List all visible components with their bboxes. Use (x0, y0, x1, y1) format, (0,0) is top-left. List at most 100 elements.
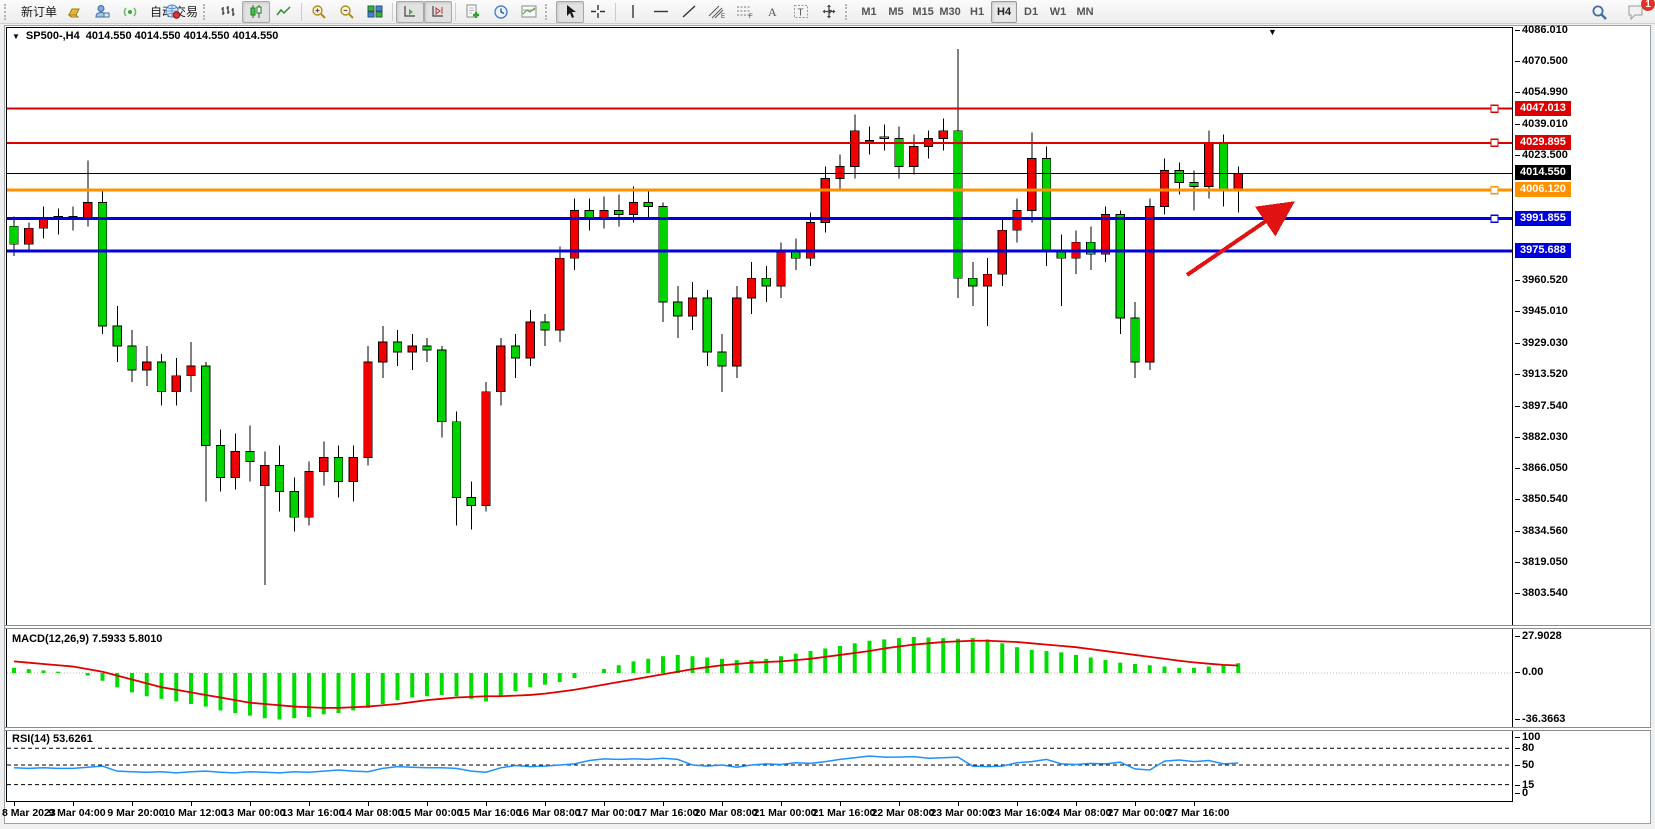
chart-shift-icon[interactable] (424, 1, 452, 23)
date-axis-tick (781, 802, 782, 806)
shapes-icon[interactable]: ▾ (815, 1, 843, 23)
candlesticks (10, 49, 1243, 585)
rsi-axis-tick: 0 (1522, 787, 1528, 799)
candlestick-icon[interactable] (242, 1, 270, 23)
crosshair-icon[interactable] (584, 1, 612, 23)
period-icon (493, 4, 509, 20)
label-icon: T (793, 4, 809, 19)
period-button[interactable]: ▾ (487, 1, 515, 23)
price-axis-tick: 4054.990 (1522, 86, 1568, 98)
gold-icon[interactable] (60, 1, 88, 23)
zoom-in-icon (311, 4, 327, 20)
date-axis-tick (191, 802, 192, 806)
price-axis-highlight: 3991.855 (1515, 211, 1571, 226)
timeframe-button-mn[interactable]: MN (1072, 1, 1098, 23)
date-axis-tick (427, 802, 428, 806)
text-icon[interactable]: A (759, 1, 787, 23)
panel-separator[interactable] (5, 625, 1651, 629)
price-axis-tick: 3803.540 (1522, 587, 1568, 599)
svg-text:T: T (798, 8, 804, 19)
timeframe-button-w1[interactable]: W1 (1045, 1, 1071, 23)
date-axis-tick (1017, 802, 1018, 806)
date-axis-tick (73, 802, 74, 806)
price-axis-tick: 3897.540 (1522, 400, 1568, 412)
zoom-in-icon[interactable] (305, 1, 333, 23)
toolbar-grip[interactable] (845, 4, 852, 20)
timeframe-button-m15[interactable]: M15 (910, 1, 936, 23)
price-axis-tick: 3929.030 (1522, 337, 1568, 349)
trendline-icon[interactable] (675, 1, 703, 23)
template-button[interactable]: ▾ (515, 1, 543, 23)
cursor-icon[interactable] (556, 1, 584, 23)
new-chart-icon (465, 4, 481, 20)
bar-chart-icon[interactable] (214, 1, 242, 23)
new-chart-button[interactable]: ▾ (459, 1, 487, 23)
timeframe-button-d1[interactable]: D1 (1018, 1, 1044, 23)
svg-text:A: A (768, 5, 777, 19)
macd-label: MACD(12,26,9) 7.5933 5.8010 (12, 633, 162, 645)
timeframe-button-m30[interactable]: M30 (937, 1, 963, 23)
template-icon (521, 4, 537, 19)
timeframe-button-m5[interactable]: M5 (883, 1, 909, 23)
trendline-icon (681, 4, 697, 19)
line-chart-icon[interactable] (270, 1, 298, 23)
notifications-button[interactable]: 1 (1621, 1, 1649, 23)
date-axis-tick (899, 802, 900, 806)
svg-text:F: F (749, 14, 753, 19)
macd-panel-canvas[interactable] (7, 630, 1512, 726)
date-axis-label: 27 Mar 16:00 (1160, 807, 1236, 819)
auto-trading-button[interactable]: 自动交易 (144, 1, 201, 23)
price-axis-tick: 3960.520 (1522, 274, 1568, 286)
timeframe-button-m1[interactable]: M1 (856, 1, 882, 23)
accounts-icon (94, 4, 110, 19)
line-chart-icon (276, 4, 292, 19)
zoom-out-icon[interactable] (333, 1, 361, 23)
price-axis-tick: 3834.560 (1522, 525, 1568, 537)
candlestick-icon (248, 4, 264, 19)
tile-windows-icon[interactable] (361, 1, 389, 23)
shapes-icon (821, 4, 837, 19)
toolbar-right-icons: 1 (1585, 1, 1649, 23)
toolbar-separator (615, 3, 616, 21)
timeframe-button-h1[interactable]: H1 (964, 1, 990, 23)
date-axis-tick (722, 802, 723, 806)
toolbar-grip[interactable] (545, 4, 552, 20)
signals-icon[interactable] (116, 1, 144, 23)
rsi-panel-canvas[interactable] (7, 731, 1512, 800)
main-chart-canvas[interactable] (7, 27, 1512, 603)
hline-icon (653, 4, 669, 19)
toolbar-grip[interactable] (4, 4, 11, 20)
price-axis-tick: 4023.500 (1522, 149, 1568, 161)
channel-icon[interactable]: E (703, 1, 731, 23)
price-axis-tick: 3913.520 (1522, 368, 1568, 380)
accounts-icon[interactable] (88, 1, 116, 23)
vline-icon[interactable] (619, 1, 647, 23)
price-axis-highlight: 3975.688 (1515, 243, 1571, 258)
toolbar-separator (392, 3, 393, 21)
svg-text:E: E (721, 14, 725, 19)
rsi-label: RSI(14) 53.6261 (12, 733, 93, 745)
toolbar-separator (455, 3, 456, 21)
bar-chart-icon (220, 4, 236, 19)
timeframe-group: M1M5M15M30H1H4D1W1MN (856, 1, 1098, 23)
hline-icon[interactable] (647, 1, 675, 23)
date-axis-tick (1194, 802, 1195, 806)
fibonacci-icon[interactable]: F (731, 1, 759, 23)
date-axis-tick (1135, 802, 1136, 806)
macd-axis-tick: -36.3663 (1522, 713, 1565, 725)
horizontal-level-lines[interactable] (7, 105, 1512, 251)
timeframe-button-h4[interactable]: H4 (991, 1, 1017, 23)
auto-scroll-icon[interactable] (396, 1, 424, 23)
search-icon[interactable] (1585, 1, 1613, 23)
date-axis-tick (486, 802, 487, 806)
date-axis-tick (604, 802, 605, 806)
tile-windows-icon (367, 4, 383, 19)
cursor-icon (563, 4, 577, 19)
new-order-button[interactable]: 新订单 (15, 1, 60, 23)
price-axis-tick: 4039.010 (1522, 118, 1568, 130)
rsi-axis-tick: 100 (1522, 731, 1540, 743)
toolbar-grip[interactable] (203, 4, 210, 20)
price-axis-tick: 3945.010 (1522, 305, 1568, 317)
label-icon[interactable]: T (787, 1, 815, 23)
date-axis-tick (368, 802, 369, 806)
